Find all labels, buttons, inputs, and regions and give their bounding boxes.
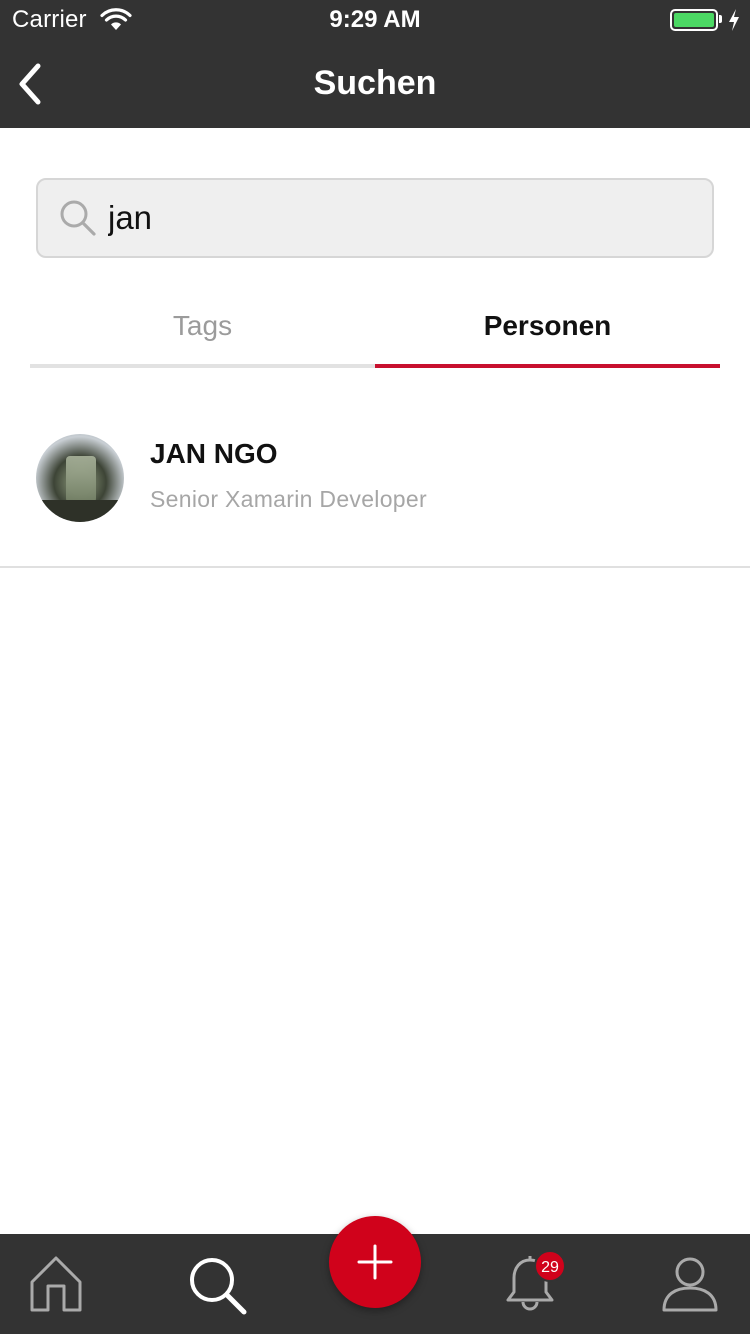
notification-badge: 29 [534,1250,566,1282]
tab-search[interactable] [166,1234,266,1334]
page-title: Suchen [313,64,437,102]
tab-home[interactable] [6,1234,106,1334]
battery-level [674,13,714,27]
plus-icon [357,1244,393,1280]
avatar[interactable] [36,434,124,522]
status-time: 9:29 AM [329,6,421,33]
battery-icon [670,9,718,31]
search-input[interactable] [108,188,698,248]
top-bar: Carrier 9:29 AM Suchen [0,0,750,128]
search-bar[interactable] [36,178,714,258]
bolt-icon [729,9,739,31]
person-name: JAN NGO [150,438,278,469]
user-icon [662,1257,718,1312]
person-role: Senior Xamarin Developer [150,486,427,512]
person-result-row[interactable]: JAN NGO Senior Xamarin Developer [0,400,750,568]
search-icon [60,200,96,236]
search-icon [190,1258,247,1315]
battery-tip [719,15,722,23]
tab-profile[interactable] [640,1234,740,1334]
add-button[interactable] [329,1216,421,1308]
tab-notifications[interactable]: 29 [480,1234,580,1334]
home-icon [30,1256,82,1312]
tab-tags[interactable]: Tags [30,290,375,368]
status-bar: Carrier 9:29 AM [0,0,750,40]
search-tabs: Tags Personen [30,290,720,368]
avatar-photo-ground [36,500,124,522]
tab-personen[interactable]: Personen [375,290,720,368]
